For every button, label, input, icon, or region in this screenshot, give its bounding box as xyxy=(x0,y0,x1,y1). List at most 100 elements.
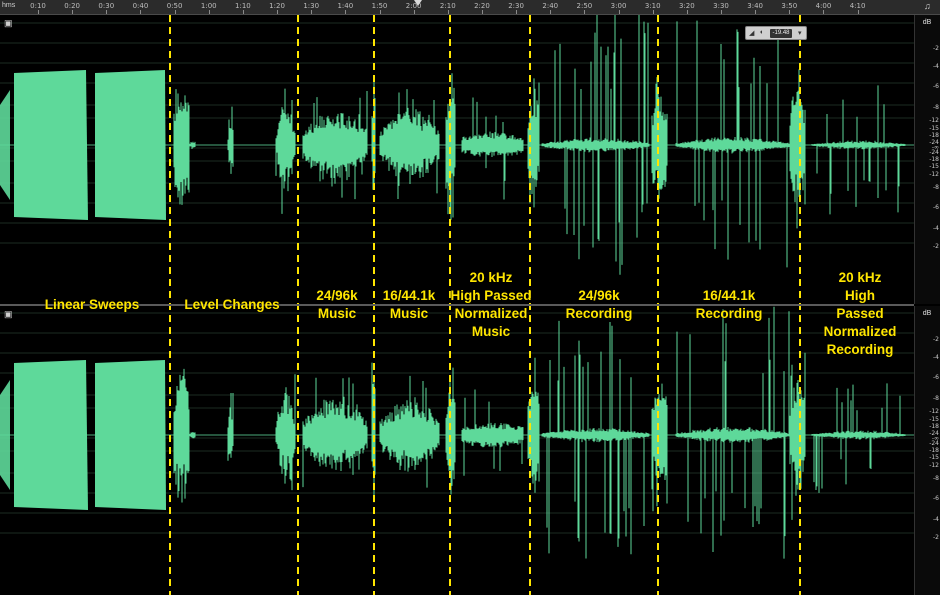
ruler-tick-label: 1:40 xyxy=(337,2,354,10)
ruler-tick-mark xyxy=(38,10,39,14)
ruler-unit-label: hms xyxy=(2,2,16,9)
channel-toggle-icon[interactable]: ▣ xyxy=(4,18,13,29)
ruler-tick-mark xyxy=(277,10,279,14)
ruler-tick-label: 2:50 xyxy=(576,2,593,10)
db-scale-label: -6 xyxy=(933,83,939,90)
db-unit-label: dB xyxy=(922,310,932,317)
ruler-tick-label: 4:00 xyxy=(815,2,832,10)
sweep-block xyxy=(95,70,166,220)
zoom-out-icon[interactable]: ◢ xyxy=(749,29,754,37)
ruler-tick-mark xyxy=(345,10,347,14)
ruler-tick-mark xyxy=(311,10,313,14)
playhead-marker-icon[interactable] xyxy=(414,0,422,6)
waveform-editor: hms 0:10 0:20 0:30 0:40 0:50 1:00 1:10 1:20 1:30… xyxy=(0,0,940,595)
ruler-tick-mark xyxy=(447,10,449,14)
db-scale-label: -4 xyxy=(933,354,939,361)
ruler-tick-label: 3:10 xyxy=(644,2,661,10)
segment-label-24-96k-music: 24/96k Music xyxy=(316,288,358,321)
db-scale-label: -6 xyxy=(933,495,939,502)
channel-toggle-icon[interactable]: ▣ xyxy=(4,309,13,320)
ruler-tick-label: 4:10 xyxy=(849,2,866,10)
segment-label-level-changes: Level Changes xyxy=(184,297,280,312)
db-scale-label: -6 xyxy=(933,374,939,381)
db-scale-label: -12 xyxy=(929,171,939,178)
sweep-block xyxy=(14,360,88,510)
sweep-edge xyxy=(0,90,10,200)
ruler-tick-mark xyxy=(481,10,483,14)
db-scale-label: -12 xyxy=(929,462,939,469)
ruler-tick-mark xyxy=(789,10,791,14)
ruler-tick-label: 3:00 xyxy=(610,2,627,10)
db-scale-label: -2 xyxy=(933,243,939,250)
db-scale-label: -2 xyxy=(933,534,939,541)
ruler-tick-label: 0:40 xyxy=(132,2,149,10)
ruler-tick-label: 1:30 xyxy=(303,2,320,10)
ruler-tick-label: 3:20 xyxy=(678,2,695,10)
ruler-tick-mark xyxy=(106,10,108,14)
db-scale-label: -8 xyxy=(933,475,939,482)
ruler-tick-label: 3:40 xyxy=(747,2,764,10)
ruler-tick-mark xyxy=(823,10,825,14)
ruler-tick-label: 1:00 xyxy=(200,2,217,10)
ruler-tick-mark xyxy=(72,10,74,14)
chevron-down-icon[interactable]: ▾ xyxy=(798,29,802,37)
ruler-tick-label: 3:30 xyxy=(713,2,729,10)
ruler-tick-mark xyxy=(755,10,757,14)
segment-label-hp-music: 20 kHz High Passed Normalized Music xyxy=(450,270,532,339)
waveform-icon[interactable]: ♫ xyxy=(924,1,931,11)
ruler-tick-label: 2:40 xyxy=(542,2,559,10)
ruler-tick-mark xyxy=(242,10,244,14)
ruler-tick-label: 2:30 xyxy=(508,2,524,10)
db-scale-label: -8 xyxy=(933,184,939,191)
ruler-tick-label: 0:50 xyxy=(166,2,183,10)
ruler-tick-label: 1:10 xyxy=(235,2,251,10)
ruler-tick-mark xyxy=(413,10,415,14)
segment-label-16-44k-music: 16/44.1k Music xyxy=(382,288,436,321)
db-scale-label: -6 xyxy=(933,204,939,211)
ruler-tick-mark xyxy=(584,10,586,14)
ruler-tick-mark xyxy=(686,10,688,14)
ruler-tick-mark xyxy=(857,10,859,14)
ruler-tick-mark xyxy=(379,10,381,14)
db-scale-label: -15 xyxy=(929,163,939,170)
segment-label-16-44k-recording: 16/44.1k Recording xyxy=(695,288,763,321)
ruler-tick-label: 0:10 xyxy=(30,2,46,10)
db-scale-label: -4 xyxy=(933,63,939,70)
ruler-tick-label: 0:30 xyxy=(98,2,115,10)
ruler-tick-mark xyxy=(550,10,552,14)
db-scale-label: -2 xyxy=(933,45,939,52)
timeline-ruler[interactable]: hms 0:10 0:20 0:30 0:40 0:50 1:00 1:10 1:20 1:30… xyxy=(0,0,940,15)
ruler-tick-label: 2:20 xyxy=(474,2,490,10)
segment-label-24-96k-recording: 24/96k Recording xyxy=(565,288,633,321)
ruler-tick-mark xyxy=(652,10,654,14)
ruler-tick-mark xyxy=(516,10,518,14)
db-scale-label: -2 xyxy=(933,336,939,343)
db-scale-left-channel: dB -2 -4 -6 -8 -12 -15 -18 -24 -∞ -24 -18 -15 -12 -8-… xyxy=(914,15,940,304)
ruler-tick-mark xyxy=(618,10,620,14)
ruler-tick-mark xyxy=(174,10,176,14)
db-unit-label: dB xyxy=(922,19,932,26)
db-scale-label: -12 xyxy=(929,408,939,415)
ruler-tick-label: 1:50 xyxy=(371,2,388,10)
ruler-tick-label: 1:20 xyxy=(269,2,285,10)
db-scale-label: -4 xyxy=(933,225,939,232)
db-scale-label: -4 xyxy=(933,516,939,523)
db-scale-label: -8 xyxy=(933,395,939,402)
zoom-value[interactable]: -19.48 xyxy=(770,29,792,38)
segment-label-linear-sweeps: Linear Sweeps xyxy=(44,297,140,312)
ruler-tick-mark xyxy=(140,10,142,14)
db-scale-label: -8 xyxy=(933,104,939,111)
db-scale-right-channel: dB -2 -4 -6 -8 -12 -15 -18 -24 -∞ -24 -18 -15 -12 -8-… xyxy=(914,306,940,595)
db-scale-label: -12 xyxy=(929,117,939,124)
sweep-block xyxy=(14,70,88,220)
ruler-tick-mark xyxy=(208,10,210,14)
sweep-edge xyxy=(0,380,10,490)
ruler-tick-label: 3:50 xyxy=(781,2,798,10)
ruler-tick-label: 0:20 xyxy=(64,2,81,10)
db-scale-label: -15 xyxy=(929,454,939,461)
speaker-icon[interactable]: ◖ xyxy=(759,29,763,36)
segment-label-hp-recording: 20 kHz High Passed Normalized Recording xyxy=(823,270,897,357)
sweep-block xyxy=(95,360,166,510)
amplitude-zoom-control[interactable]: ◢ ◖ -19.48 ▾ xyxy=(745,26,807,40)
ruler-tick-mark xyxy=(721,10,722,14)
